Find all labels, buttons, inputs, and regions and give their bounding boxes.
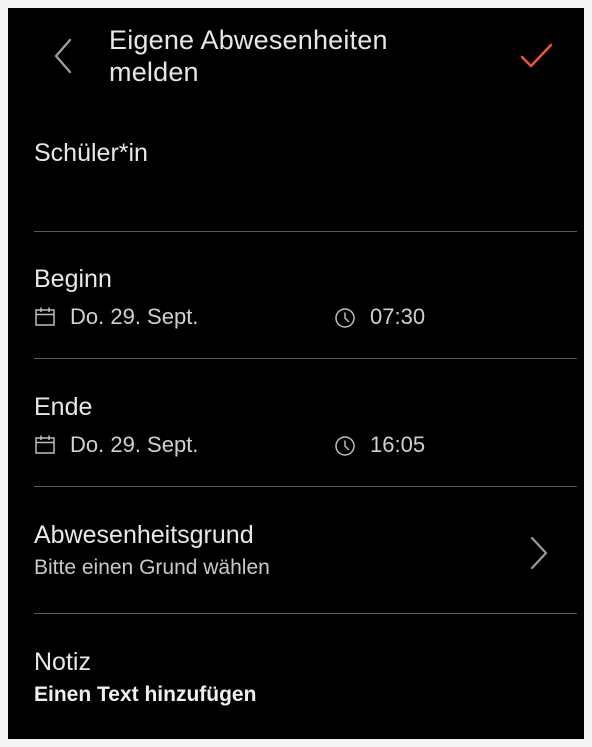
begin-time-picker[interactable]: 07:30 bbox=[334, 302, 425, 332]
calendar-icon bbox=[34, 434, 56, 456]
reason-placeholder: Bitte einen Grund wählen bbox=[34, 556, 270, 579]
note-label: Notiz bbox=[34, 648, 91, 676]
clock-icon bbox=[334, 306, 356, 328]
begin-row: Do. 29. Sept. 07:30 bbox=[34, 302, 577, 332]
page-title: Eigene Abwesenheiten melden bbox=[109, 24, 449, 88]
header-bar: Eigene Abwesenheiten melden bbox=[8, 8, 584, 108]
end-date-picker[interactable]: Do. 29. Sept. bbox=[34, 430, 198, 460]
student-field[interactable]: Schüler*in bbox=[34, 138, 577, 218]
confirm-button[interactable] bbox=[509, 32, 565, 80]
begin-section: Beginn Do. 29. Sept. 07:30 bbox=[34, 264, 577, 344]
end-row: Do. 29. Sept. 16:05 bbox=[34, 430, 577, 460]
back-button[interactable] bbox=[38, 28, 82, 84]
begin-time: 07:30 bbox=[370, 304, 426, 329]
end-time: 16:05 bbox=[370, 432, 426, 457]
note-field[interactable]: Notiz Einen Text hinzufügen bbox=[34, 647, 577, 727]
divider bbox=[34, 231, 577, 232]
begin-date: Do. 29. Sept. bbox=[70, 304, 199, 329]
clock-icon bbox=[334, 434, 356, 456]
page-title-line2: melden bbox=[109, 57, 199, 87]
calendar-icon bbox=[34, 306, 56, 328]
checkmark-icon bbox=[509, 43, 565, 84]
divider bbox=[34, 613, 577, 614]
divider bbox=[34, 486, 577, 487]
note-placeholder: Einen Text hinzufügen bbox=[34, 683, 257, 706]
reason-label: Abwesenheitsgrund bbox=[34, 521, 254, 549]
end-time-picker[interactable]: 16:05 bbox=[334, 430, 425, 460]
student-label: Schüler*in bbox=[34, 139, 148, 167]
end-date: Do. 29. Sept. bbox=[70, 432, 199, 457]
app-screen: Eigene Abwesenheiten melden Schüler*in B… bbox=[8, 8, 584, 739]
begin-label: Beginn bbox=[34, 265, 112, 293]
chevron-right-icon bbox=[522, 533, 552, 573]
end-section: Ende Do. 29. Sept. 16:05 bbox=[34, 392, 577, 472]
page-title-line1: Eigene Abwesenheiten bbox=[109, 25, 388, 55]
chevron-left-icon bbox=[38, 28, 82, 84]
divider bbox=[34, 358, 577, 359]
reason-selector[interactable]: Abwesenheitsgrund Bitte einen Grund wähl… bbox=[34, 520, 577, 600]
end-label: Ende bbox=[34, 393, 93, 421]
begin-date-picker[interactable]: Do. 29. Sept. bbox=[34, 302, 198, 332]
